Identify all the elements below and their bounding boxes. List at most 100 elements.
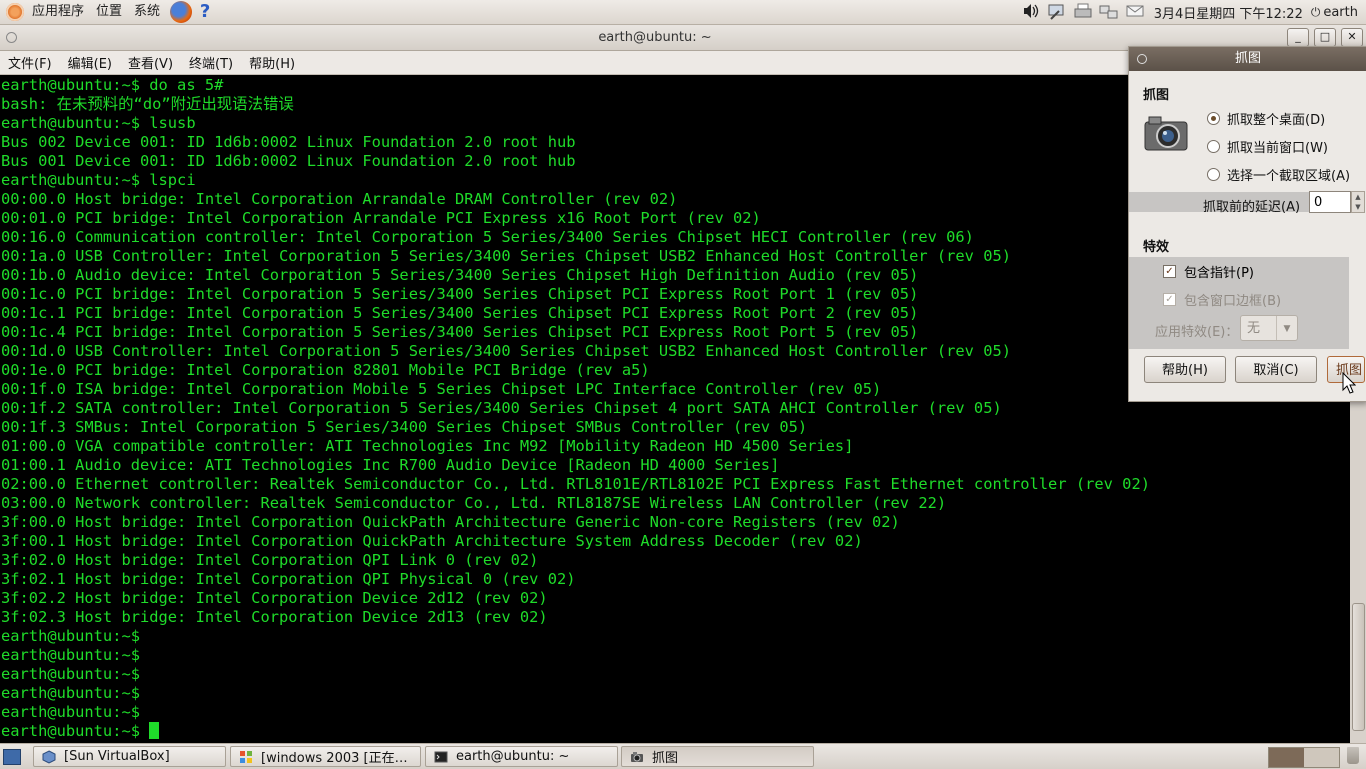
menu-view[interactable]: 查看(V) [120,53,181,72]
terminal-line: 3f:02.2 Host bridge: Intel Corporation D… [1,589,548,607]
combo-value: 无 [1247,321,1261,336]
help-icon[interactable]: ? [194,1,216,23]
terminal-line: 01:00.0 VGA compatible controller: ATI T… [1,437,854,455]
taskbar-item-screenshot[interactable]: 抓图 [621,746,814,767]
terminal-line: 3f:02.0 Host bridge: Intel Corporation Q… [1,551,539,569]
terminal-line: earth@ubuntu:~$ [1,722,160,741]
terminal-line: earth@ubuntu:~$ lspci [1,171,196,189]
dialog-titlebar[interactable]: 抓图 [1129,47,1366,71]
effects-section-header: 特效 [1143,240,1170,255]
select-area-radio[interactable]: 选择一个截取区域(A) [1207,165,1350,184]
trash-icon[interactable] [1347,747,1359,764]
terminal-line: 3f:02.3 Host bridge: Intel Corporation D… [1,608,548,626]
terminal-line: earth@ubuntu:~$ do as 5# [1,76,224,94]
radio-label: 抓取当前窗口(W) [1227,141,1328,156]
taskbar-item-label: earth@ubuntu: ~ [456,749,570,764]
delay-spinbox-arrows[interactable]: ▲ ▼ [1351,191,1365,213]
terminal-line: bash: 在未预料的“do”附近出现语法错误 [1,95,294,113]
system-menu[interactable]: 系统 [128,0,166,24]
radio-indicator [1207,140,1220,153]
show-desktop-icon[interactable] [3,749,21,765]
include-pointer-checkbox[interactable]: ✓ 包含指针(P) [1163,262,1254,281]
terminal-line: Bus 001 Device 001: ID 1d6b:0002 Linux F… [1,152,576,170]
dialog-title: 抓图 [1234,51,1261,66]
terminal-line: earth@ubuntu:~$ [1,703,140,721]
scrollbar-thumb[interactable] [1352,603,1365,731]
terminal-line: 02:00.0 Ethernet controller: Realtek Sem… [1,475,1150,493]
printer-icon[interactable] [1072,3,1094,21]
top-panel: 应用程序 位置 系统 ? 3月4日星期四 下午12:22 ⏻ earth [0,0,1366,25]
terminal-line: 00:01.0 PCI bridge: Intel Corporation Ar… [1,209,761,227]
menu-terminal[interactable]: 终端(T) [181,53,241,72]
menu-file[interactable]: 文件(F) [0,53,60,72]
workspace-switcher[interactable] [1268,747,1340,768]
terminal-title: earth@ubuntu: ~ [598,30,712,45]
dialog-menu-icon[interactable] [1137,54,1147,64]
taskbar-item-terminal[interactable]: earth@ubuntu: ~ [425,746,618,767]
terminal-line: 3f:02.1 Host bridge: Intel Corporation Q… [1,570,576,588]
help-button[interactable]: 帮助(H) [1144,356,1226,383]
taskbar-item-label: 抓图 [652,751,679,766]
terminal-line: earth@ubuntu:~$ [1,646,140,664]
apply-effect-label: 应用特效(E)： [1155,325,1239,340]
grab-section-header: 抓图 [1143,88,1170,103]
clock[interactable]: 3月4日星期四 下午12:22 [1148,3,1311,22]
terminal-line: 00:1f.3 SMBus: Intel Corporation 5 Serie… [1,418,808,436]
terminal-line: 00:1f.0 ISA bridge: Intel Corporation Mo… [1,380,882,398]
terminal-line: 01:00.1 Audio device: ATI Technologies I… [1,456,780,474]
delay-label: 抓取前的延迟(A) [1203,200,1301,215]
checkbox-check-icon: ✓ [1163,265,1176,278]
terminal-line: 00:1c.1 PCI bridge: Intel Corporation 5 … [1,304,919,322]
cancel-button[interactable]: 取消(C) [1235,356,1317,383]
chevron-down-icon: ▼ [1276,316,1297,340]
places-menu[interactable]: 位置 [90,0,128,24]
include-border-checkbox[interactable]: ✓ 包含窗口边框(B) [1163,290,1281,309]
user-menu[interactable]: earth [1320,5,1366,20]
terminal-line: 00:1e.0 PCI bridge: Intel Corporation 82… [1,361,650,379]
grab-current-window-radio[interactable]: 抓取当前窗口(W) [1207,137,1328,156]
terminal-line: Bus 002 Device 001: ID 1d6b:0002 Linux F… [1,133,576,151]
network-icon[interactable] [1098,3,1120,21]
screenshot-dialog: 抓图 抓图 抓取整个桌面(D) 抓取当前窗口(W) 选择一个截取区域(A) 抓取… [1128,46,1366,402]
radio-indicator [1207,112,1220,125]
minimize-button[interactable]: _ [1287,28,1309,47]
terminal-icon [434,751,448,762]
delay-spinbox[interactable]: 0 [1309,191,1351,213]
radio-label: 抓取整个桌面(D) [1227,113,1326,128]
bottom-panel: [Sun VirtualBox] [windows 2003 [正在… eart… [0,743,1366,769]
terminal-line: earth@ubuntu:~$ [1,665,140,683]
taskbar-item-virtualbox[interactable]: [Sun VirtualBox] [33,746,226,767]
network-tool-icon[interactable] [1046,3,1068,21]
terminal-line: 00:1a.0 USB Controller: Intel Corporatio… [1,247,1011,265]
maximize-button[interactable]: □ [1314,28,1336,47]
firefox-icon[interactable] [170,1,193,23]
taskbar-item-label: [Sun VirtualBox] [64,749,170,764]
menu-edit[interactable]: 编辑(E) [60,53,120,72]
terminal-line: 00:1f.2 SATA controller: Intel Corporati… [1,399,1002,417]
checkbox-label: 包含指针(P) [1184,266,1254,281]
terminal-line: earth@ubuntu:~$ [1,627,140,645]
taskbar-item-windows-2003[interactable]: [windows 2003 [正在… [230,746,421,767]
windows-icon [240,750,252,763]
system-tray: 3月4日星期四 下午12:22 ⏻ earth [1018,0,1366,24]
mail-icon[interactable] [1124,3,1146,21]
close-button[interactable]: ✕ [1341,28,1363,47]
checkbox-label: 包含窗口边框(B) [1184,294,1282,309]
menu-help[interactable]: 帮助(H) [241,53,303,72]
ubuntu-logo-icon[interactable] [6,3,24,21]
workspace-active[interactable] [1269,748,1304,767]
grab-whole-desktop-radio[interactable]: 抓取整个桌面(D) [1207,109,1325,128]
applications-menu[interactable]: 应用程序 [26,0,90,24]
terminal-line: earth@ubuntu:~$ lsusb [1,114,196,132]
checkbox-check-icon: ✓ [1163,293,1176,306]
volume-icon[interactable] [1020,3,1042,21]
apply-effect-combo[interactable]: 无 ▼ [1240,315,1298,341]
taskbar-item-label: [windows 2003 [正在… [261,751,408,766]
terminal-line: 3f:00.0 Host bridge: Intel Corporation Q… [1,513,900,531]
terminal-line: 00:16.0 Communication controller: Intel … [1,228,974,246]
terminal-line: 00:00.0 Host bridge: Intel Corporation A… [1,190,678,208]
terminal-line: 00:1b.0 Audio device: Intel Corporation … [1,266,919,284]
terminal-line: earth@ubuntu:~$ [1,684,140,702]
power-icon[interactable]: ⏻ [1311,5,1321,20]
terminal-line: 00:1d.0 USB Controller: Intel Corporatio… [1,342,1011,360]
